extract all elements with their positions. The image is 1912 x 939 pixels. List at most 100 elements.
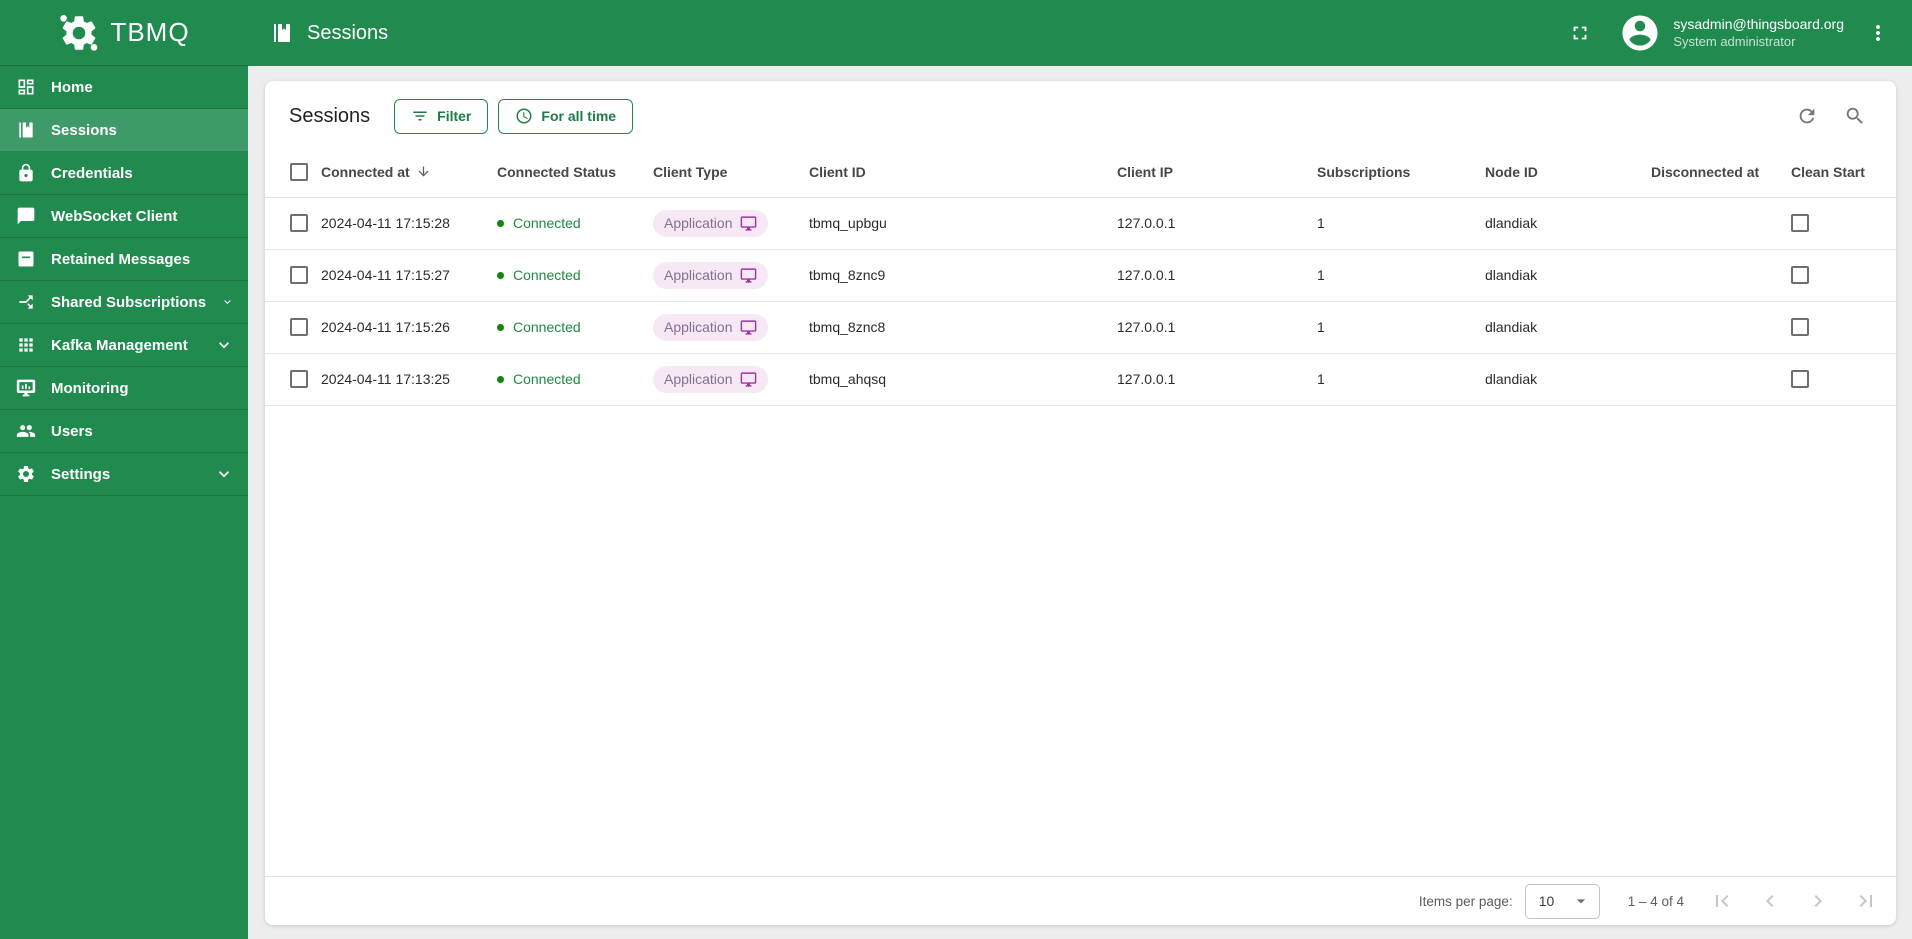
user-email: sysadmin@thingsboard.org [1673,16,1844,33]
cell-client-ip: 127.0.0.1 [1117,319,1176,335]
table-row[interactable]: 2024-04-11 17:15:26 Connected Applicatio… [265,301,1896,353]
chevron-right-icon [1806,889,1830,913]
last-page-button[interactable] [1842,881,1890,921]
status-dot [497,219,504,227]
select-all-checkbox[interactable] [290,162,308,181]
people-icon [16,421,36,441]
column-header-connected-at[interactable]: Connected at [321,147,497,197]
client-type-chip: Application [653,365,768,393]
next-page-button[interactable] [1794,881,1842,921]
sidebar-item-retained-messages[interactable]: Retained Messages [0,238,248,281]
sessions-card: Sessions Filter For all time Connected a… [265,81,1896,925]
previous-page-button[interactable] [1746,881,1794,921]
row-checkbox[interactable] [290,266,308,285]
application-monitor-icon [740,215,757,232]
cell-clean-start [1791,301,1896,353]
column-header-node-id[interactable]: Node ID [1485,147,1651,197]
clean-start-checkbox[interactable] [1791,214,1809,233]
sidebar-item-credentials[interactable]: Credentials [0,152,248,195]
user-info[interactable]: sysadmin@thingsboard.org System administ… [1673,15,1844,50]
sidebar-item-monitoring[interactable]: Monitoring [0,367,248,410]
sidebar-item-settings[interactable]: Settings [0,453,248,496]
cell-connected-at: 2024-04-11 17:13:25 [321,371,450,387]
cell-subscriptions: 1 [1317,267,1325,283]
first-page-icon [1710,889,1734,913]
sidebar-item-sessions[interactable]: Sessions [0,109,248,152]
cell-connected-status: Connected [497,353,653,405]
cell-connected-status: Connected [497,249,653,301]
status-dot [497,375,504,383]
split-icon [16,292,36,312]
fullscreen-button[interactable] [1561,14,1599,52]
page-size-select[interactable]: 10 [1524,883,1600,919]
cell-subscriptions: 1 [1317,371,1325,387]
chevron-down-icon [221,292,234,312]
sidebar-item-websocket-client[interactable]: WebSocket Client [0,195,248,238]
app-root: TBMQ Home Sessions Credentials WebSocket… [0,0,1912,939]
row-checkbox[interactable] [290,214,308,233]
account-circle-icon [1619,12,1661,54]
clock-icon [515,107,533,125]
user-menu-button[interactable] [1858,13,1898,53]
cell-client-id: tbmq_ahqsq [809,371,887,387]
column-header-clean-start[interactable]: Clean Start [1791,147,1896,197]
row-checkbox[interactable] [290,318,308,337]
sidebar-item-users[interactable]: Users [0,410,248,453]
sidebar-nav: Home Sessions Credentials WebSocket Clie… [0,66,248,496]
refresh-button[interactable] [1788,97,1826,135]
table-row[interactable]: 2024-04-11 17:15:28 Connected Applicatio… [265,197,1896,249]
table-header-row: Connected at Connected Status Client Typ… [265,147,1896,197]
column-header-client-type[interactable]: Client Type [653,147,809,197]
cell-disconnected-at [1651,249,1791,301]
cell-clean-start [1791,197,1896,249]
avatar[interactable] [1619,12,1661,54]
cell-client-type: Application [653,353,809,405]
sidebar-item-home[interactable]: Home [0,66,248,109]
cell-client-ip: 127.0.0.1 [1117,267,1176,283]
cell-node-id: dlandiak [1485,319,1538,335]
more-vert-icon [1866,21,1890,45]
first-page-button[interactable] [1698,881,1746,921]
application-monitor-icon [740,267,757,284]
caret-down-icon [1571,891,1591,911]
column-header-client-id[interactable]: Client ID [809,147,1117,197]
table-row[interactable]: 2024-04-11 17:13:25 Connected Applicatio… [265,353,1896,405]
cell-connected-at: 2024-04-11 17:15:28 [321,215,450,231]
time-range-button[interactable]: For all time [498,98,634,134]
column-header-subscriptions[interactable]: Subscriptions [1317,147,1485,197]
column-header-disconnected-at[interactable]: Disconnected at [1651,147,1791,197]
archive-icon [16,249,36,269]
cell-connected-status: Connected [497,301,653,353]
cell-client-ip: 127.0.0.1 [1117,371,1176,387]
table-row[interactable]: 2024-04-11 17:15:27 Connected Applicatio… [265,249,1896,301]
book-icon [16,120,36,140]
chat-icon [16,206,36,226]
search-button[interactable] [1836,97,1874,135]
cell-client-id: tbmq_upbgu [809,215,887,231]
sidebar-item-kafka-management[interactable]: Kafka Management [0,324,248,367]
column-header-client-ip[interactable]: Client IP [1117,147,1317,197]
filter-button[interactable]: Filter [394,98,489,134]
clean-start-checkbox[interactable] [1791,318,1809,337]
fullscreen-icon [1569,22,1591,44]
clean-start-checkbox[interactable] [1791,370,1809,389]
row-checkbox[interactable] [290,370,308,389]
logo-text: TBMQ [110,17,190,47]
last-page-icon [1854,889,1878,913]
sessions-book-icon [270,21,294,45]
sidebar-item-shared-subscriptions[interactable]: Shared Subscriptions [0,281,248,324]
cell-connected-status: Connected [497,197,653,249]
page-title-label: Sessions [307,21,389,44]
status-dot [497,271,504,279]
client-type-chip: Application [653,313,768,341]
cell-subscriptions: 1 [1317,215,1325,231]
clean-start-checkbox[interactable] [1791,266,1809,285]
application-monitor-icon [740,371,757,388]
sort-desc-icon [416,164,431,179]
column-header-connected-status[interactable]: Connected Status [497,147,653,197]
app-logo[interactable]: TBMQ [0,0,248,66]
chevron-down-icon [214,335,234,355]
cell-node-id: dlandiak [1485,267,1538,283]
cell-client-id: tbmq_8znc8 [809,319,886,335]
card-title: Sessions [289,104,371,127]
